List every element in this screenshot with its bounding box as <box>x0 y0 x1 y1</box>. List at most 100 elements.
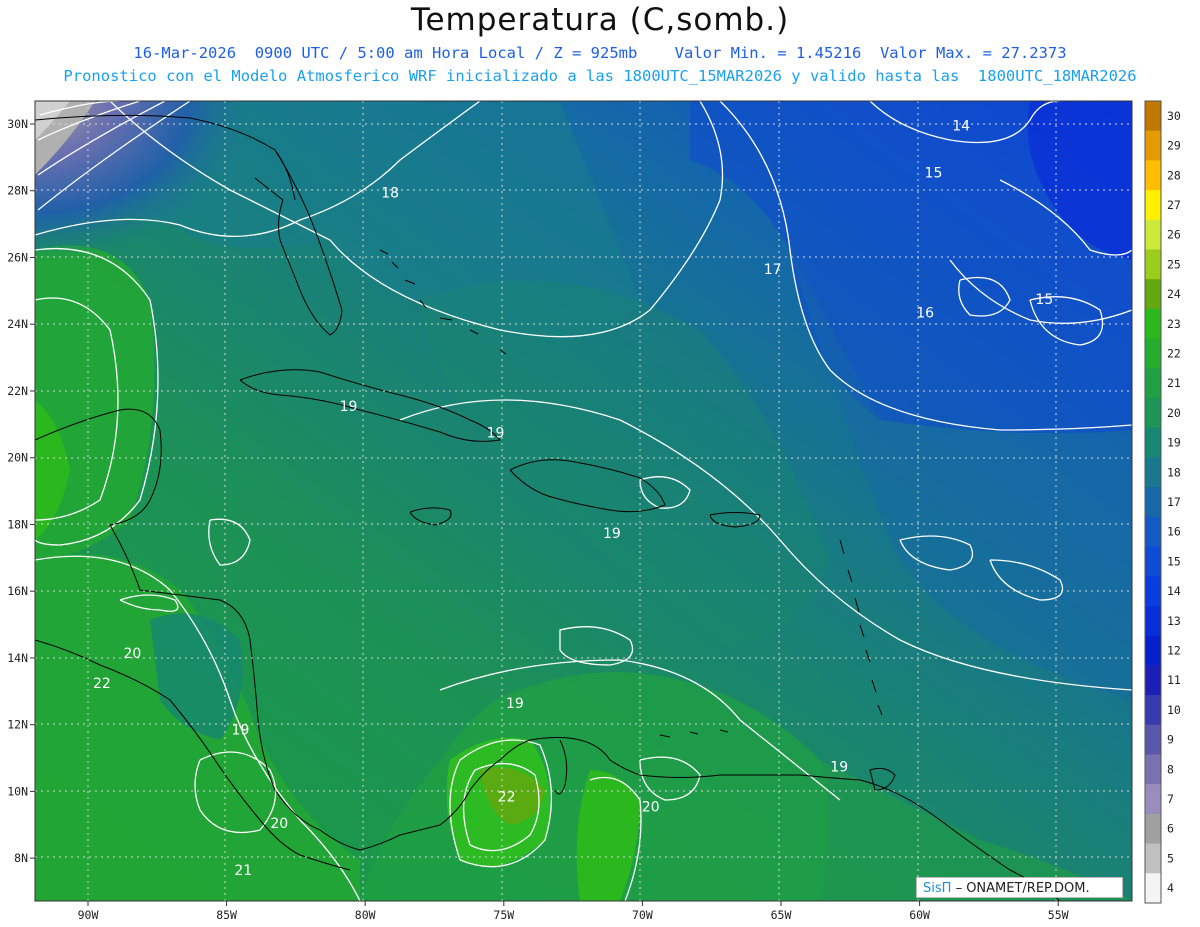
contour-label: 19 <box>603 526 621 542</box>
lon-tick-label: 85W <box>216 908 237 922</box>
lon-tick-label: 90W <box>78 908 99 922</box>
contour-label: 19 <box>340 399 358 415</box>
colorbar-label: 23 <box>1167 317 1181 331</box>
lat-tick-label: 28N <box>7 184 28 198</box>
colorbar-swatch <box>1145 249 1161 280</box>
lat-tick-label: 16N <box>7 584 28 598</box>
colorbar-label: 18 <box>1167 465 1181 479</box>
colorbar-label: 7 <box>1167 792 1174 806</box>
colorbar: 30 29 28 27 26 25 24 23 22 21 20 19 18 17 16 15 14 13 12 11… <box>1144 100 1181 904</box>
lon-tick-label: 75W <box>493 908 514 922</box>
colorbar-swatch <box>1145 754 1161 785</box>
contour-label: 16 <box>916 306 934 322</box>
temperature-map: 14 15 18 17 15 16 19 19 19 20 22 19 19 19 22 20 20 21 90W… <box>7 100 1181 922</box>
colorbar-label: 29 <box>1167 139 1181 153</box>
shaded-field <box>35 101 1132 901</box>
colorbar-label: 6 <box>1167 822 1174 836</box>
lat-tick-label: 24N <box>7 317 28 331</box>
contour-label: 14 <box>952 119 970 135</box>
lat-tick-label: 30N <box>7 117 28 131</box>
colorbar-label: 27 <box>1167 198 1181 212</box>
lon-tick-label: 65W <box>771 908 792 922</box>
contour-label: 22 <box>93 676 111 692</box>
lat-tick-label: 26N <box>7 250 28 264</box>
colorbar-swatch <box>1145 813 1161 845</box>
colorbar-label: 11 <box>1167 673 1181 687</box>
lon-tick-label: 55W <box>1048 908 1069 922</box>
colorbar-swatch <box>1145 546 1161 577</box>
colorbar-label: 10 <box>1167 703 1181 717</box>
colorbar-swatch <box>1145 516 1161 548</box>
lon-tick-label: 60W <box>909 908 930 922</box>
contour-label: 20 <box>642 799 660 815</box>
colorbar-swatch <box>1145 873 1161 904</box>
colorbar-swatch <box>1145 635 1161 666</box>
colorbar-swatch <box>1145 784 1161 815</box>
colorbar-swatch <box>1145 160 1161 191</box>
colorbar-swatch <box>1145 338 1161 369</box>
colorbar-label: 4 <box>1167 881 1174 895</box>
colorbar-swatch <box>1145 130 1161 161</box>
lon-tick-label: 70W <box>632 908 653 922</box>
contour-label: 20 <box>270 816 288 832</box>
lat-tick-label: 10N <box>7 784 28 798</box>
contour-label: 22 <box>498 789 516 805</box>
colorbar-swatch <box>1145 190 1161 221</box>
colorbar-label: 8 <box>1167 762 1174 776</box>
colorbar-label: 20 <box>1167 406 1181 420</box>
colorbar-label: 30 <box>1167 109 1181 123</box>
colorbar-swatch <box>1145 368 1161 399</box>
credit-text: – ONAMET/REP.DOM. <box>955 881 1090 896</box>
contour-label: 19 <box>232 723 250 739</box>
colorbar-label: 5 <box>1167 851 1174 865</box>
colorbar-label: 15 <box>1167 554 1181 568</box>
contour-label: 19 <box>487 426 505 442</box>
colorbar-swatch <box>1145 308 1161 340</box>
sispi-logo: SisΠ <box>923 881 952 896</box>
colorbar-label: 24 <box>1167 287 1181 301</box>
colorbar-label: 14 <box>1167 584 1181 598</box>
colorbar-swatch <box>1145 843 1161 874</box>
colorbar-swatch <box>1145 576 1161 607</box>
colorbar-label: 9 <box>1167 733 1174 747</box>
colorbar-label: 22 <box>1167 346 1181 360</box>
contour-label: 20 <box>123 646 141 662</box>
credit-box: SisΠ – ONAMET/REP.DOM. <box>916 877 1123 898</box>
lat-tick-label: 14N <box>7 651 28 665</box>
contour-label: 17 <box>764 262 782 278</box>
colorbar-swatch <box>1145 101 1161 132</box>
colorbar-swatch <box>1145 279 1161 310</box>
colorbar-label: 16 <box>1167 525 1181 539</box>
lat-tick-label: 22N <box>7 384 28 398</box>
colorbar-swatch <box>1145 695 1161 726</box>
colorbar-swatch <box>1145 605 1161 637</box>
contour-label: 18 <box>381 185 399 201</box>
lat-tick-label: 12N <box>7 718 28 732</box>
latitude-axis: 30N 28N 26N 24N 22N 20N 18N 16N 14N 12N 10N 8N <box>7 117 35 865</box>
lon-tick-label: 80W <box>355 908 376 922</box>
longitude-axis: 90W 85W 80W 75W 70W 65W 60W 55W <box>78 901 1069 922</box>
colorbar-swatch <box>1145 219 1161 251</box>
colorbar-label: 12 <box>1167 644 1181 658</box>
colorbar-label: 28 <box>1167 168 1181 182</box>
colorbar-swatch <box>1145 487 1161 518</box>
contour-label: 15 <box>1035 292 1053 308</box>
contour-label: 19 <box>830 759 848 775</box>
colorbar-swatch <box>1145 398 1161 429</box>
colorbar-swatch <box>1145 724 1161 755</box>
colorbar-swatch <box>1145 457 1161 488</box>
contour-label: 19 <box>506 696 524 712</box>
lat-tick-label: 8N <box>14 851 28 865</box>
contour-label: 15 <box>925 165 943 181</box>
lat-tick-label: 20N <box>7 451 28 465</box>
colorbar-label: 19 <box>1167 436 1181 450</box>
contour-label: 21 <box>234 863 252 879</box>
colorbar-label: 25 <box>1167 257 1181 271</box>
colorbar-label: 17 <box>1167 495 1181 509</box>
colorbar-swatch <box>1145 427 1161 458</box>
lat-tick-label: 18N <box>7 517 28 531</box>
colorbar-label: 21 <box>1167 376 1181 390</box>
colorbar-label: 26 <box>1167 228 1181 242</box>
colorbar-label: 13 <box>1167 614 1181 628</box>
colorbar-swatch <box>1145 665 1161 696</box>
